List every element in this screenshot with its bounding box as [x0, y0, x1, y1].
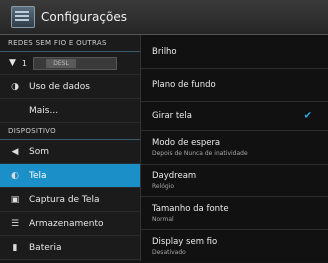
screenshot-icon: ▣	[10, 194, 20, 205]
settings-app-icon[interactable]	[11, 6, 35, 28]
setting-daydream[interactable]: Daydream Relógio	[141, 165, 328, 197]
sidebar-item-label: Tela	[29, 170, 47, 181]
setting-font-size[interactable]: Tamanho da fonte Normal	[141, 197, 328, 230]
sidebar-item-label: Bateria	[29, 242, 62, 253]
sidebar-item-wifi[interactable]: ▼ 1 DESL	[0, 52, 140, 75]
storage-icon: ☰	[10, 218, 20, 229]
sidebar-item-display[interactable]: ◐ Tela	[0, 164, 140, 188]
section-header-wireless: REDES SEM FIO E OUTRAS	[0, 35, 140, 52]
wifi-toggle[interactable]: DESL	[33, 56, 118, 70]
sidebar-item-label: Mais...	[29, 105, 59, 116]
clock-icon: ◑	[11, 81, 19, 92]
sidebar-item-data-usage[interactable]: ◑ Uso de dados	[0, 75, 140, 99]
sidebar-item-label: Som	[29, 146, 49, 157]
setting-wireless-display[interactable]: Display sem fio Desativado	[141, 230, 328, 263]
sidebar-item-label: Armazenamento	[29, 218, 104, 229]
setting-summary: Normal	[152, 215, 174, 223]
setting-summary: Relógio	[152, 183, 175, 190]
battery-icon: ▮	[12, 242, 18, 253]
setting-label: Girar tela	[152, 111, 192, 121]
title-bar: Configurações	[0, 0, 328, 35]
sidebar-item-label: Captura de Tela	[29, 194, 100, 205]
wifi-toggle-knob: DESL	[46, 58, 77, 68]
settings-content: Brilho Plano de fundo Girar tela ✔ Modo …	[141, 35, 328, 261]
setting-label: Modo de espera	[152, 138, 221, 148]
sidebar-item-screenshot[interactable]: ▣ Captura de Tela	[0, 188, 140, 212]
setting-wallpaper[interactable]: Plano de fundo	[141, 69, 328, 102]
sidebar-item-more[interactable]: Mais...	[0, 99, 140, 123]
setting-label: Plano de fundo	[152, 80, 216, 90]
setting-label: Display sem fio	[152, 237, 218, 247]
setting-auto-rotate[interactable]: Girar tela ✔	[141, 102, 328, 131]
wifi-icon: ▼	[9, 58, 16, 68]
sidebar-item-battery[interactable]: ▮ Bateria	[0, 236, 140, 260]
page-title: Configurações	[41, 10, 127, 24]
setting-label: Brilho	[152, 46, 177, 57]
setting-sleep[interactable]: Modo de espera Depois de Nunca de inativ…	[141, 131, 328, 165]
setting-brightness[interactable]: Brilho	[141, 35, 328, 69]
sidebar-item-sound[interactable]: ◀ Som	[0, 140, 140, 164]
wifi-label: 1	[21, 58, 28, 68]
section-header-device: DISPOSITIVO	[0, 123, 140, 140]
brightness-icon: ◐	[11, 170, 19, 181]
sidebar-item-storage[interactable]: ☰ Armazenamento	[0, 212, 140, 236]
setting-summary: Desativado	[152, 249, 186, 256]
sidebar: REDES SEM FIO E OUTRAS ▼ 1 DESL ◑ Uso de…	[0, 35, 141, 261]
setting-summary: Depois de Nunca de inatividade	[152, 150, 248, 157]
setting-label: Tamanho da fonte	[152, 203, 229, 214]
setting-label: Daydream	[152, 171, 197, 181]
speaker-icon: ◀	[11, 146, 19, 157]
sidebar-item-label: Uso de dados	[29, 81, 90, 92]
checkmark-icon[interactable]: ✔	[304, 111, 312, 122]
